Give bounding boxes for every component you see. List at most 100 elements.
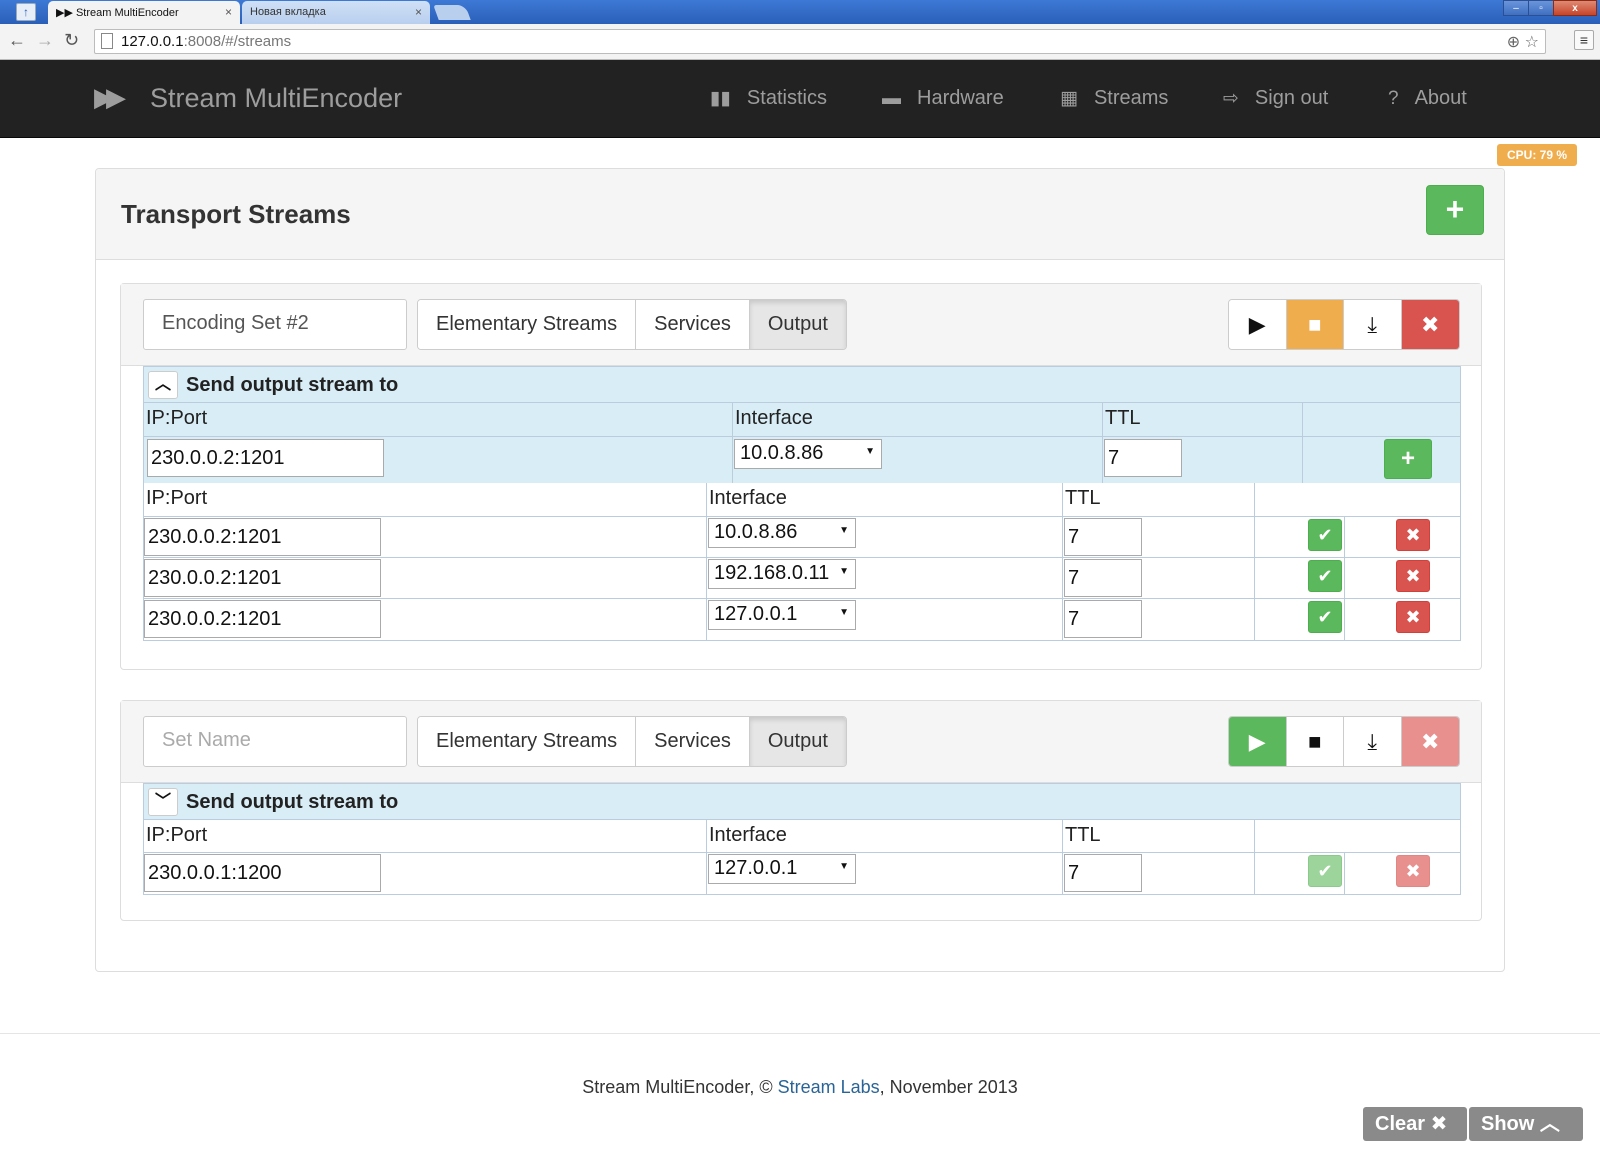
browser-tab-inactive[interactable]: Новая вкладка × [242, 1, 430, 24]
ip-port-input[interactable]: 230.0.0.2:1201 [144, 600, 381, 638]
window-close-button[interactable]: x [1553, 0, 1597, 16]
play-button[interactable]: ▶ [1229, 717, 1287, 766]
header-row: IP:Port Interface TTL [144, 403, 1460, 437]
back-arrow-icon[interactable]: ← [8, 30, 26, 51]
ttl-input[interactable]: 7 [1064, 518, 1142, 556]
play-button[interactable]: ▶ [1229, 300, 1287, 349]
save-button[interactable]: ⤓ [1344, 717, 1402, 766]
browser-app-icon[interactable]: ↑ [16, 3, 36, 21]
tab-services[interactable]: Services [636, 717, 750, 766]
output-title: Send output stream to [186, 791, 399, 813]
nav-hardware[interactable]: ▬ Hardware [882, 87, 1004, 110]
output-title-row: ﹀ Send output stream to [144, 784, 1460, 820]
set-action-group: ▶ ■ ⤓ ✖ [1228, 299, 1460, 350]
footer-divider [0, 1033, 1600, 1034]
tab-output[interactable]: Output [749, 300, 846, 349]
address-bar[interactable]: 127.0.0.1:8008/#/streams ⊕ ☆ [94, 29, 1546, 54]
tab-services[interactable]: Services [636, 300, 750, 349]
ttl-input[interactable]: 7 [1064, 854, 1142, 892]
check-icon: ✔ [1317, 861, 1333, 881]
add-destination-button[interactable]: + [1384, 439, 1432, 479]
app-navbar: ▶▶ Stream MultiEncoder ▮▮ Statistics ▬ Har… [0, 60, 1600, 138]
add-encoding-set-button[interactable]: + [1426, 185, 1484, 235]
nav-statistics[interactable]: ▮▮ Statistics [710, 87, 827, 110]
reload-icon[interactable]: ↻ [64, 30, 79, 51]
delete-row-button[interactable]: ✖ [1396, 601, 1430, 633]
nav-streams[interactable]: ▦ Streams [1060, 87, 1168, 110]
collapse-toggle[interactable]: ︿ [148, 371, 178, 399]
new-row: 230.0.0.2:1201 10.0.8.86 ▼ 7 + [144, 437, 1460, 483]
logout-icon: ⇨ [1223, 88, 1239, 109]
delete-row-button[interactable]: ✖ [1396, 560, 1430, 592]
save-button[interactable]: ⤓ [1344, 300, 1402, 349]
window-maximize-button[interactable]: ▫ [1528, 0, 1554, 16]
col-ttl-header: TTL [1062, 483, 1101, 516]
browser-tab-bar: ↑ ▶▶ Stream MultiEncoder × Новая вкладка… [0, 0, 1600, 24]
close-icon: ✖ [1421, 312, 1440, 337]
question-icon: ? [1388, 88, 1399, 109]
panel-header: Transport Streams + [96, 169, 1504, 260]
check-icon: ✔ [1317, 607, 1333, 627]
debug-show-button[interactable]: Show ︿ [1469, 1107, 1583, 1141]
ttl-input[interactable]: 7 [1064, 600, 1142, 638]
nav-label: Sign out [1254, 87, 1329, 109]
nav-label: Statistics [746, 87, 827, 109]
set-name-input[interactable]: Encoding Set #2 [143, 299, 407, 350]
delete-row-button[interactable]: ✖ [1396, 519, 1430, 551]
expand-toggle[interactable]: ﹀ [148, 788, 178, 816]
new-tab-button[interactable] [433, 5, 471, 20]
ip-port-input[interactable]: 230.0.0.2:1201 [144, 559, 381, 597]
close-icon[interactable]: × [415, 5, 422, 19]
hdd-icon: ▬ [882, 88, 901, 109]
browser-tab-active[interactable]: ▶▶ Stream MultiEncoder × [48, 1, 240, 24]
nav-label: Streams [1093, 87, 1169, 109]
apply-row-button[interactable]: ✔ [1308, 519, 1342, 551]
stop-button[interactable]: ■ [1286, 717, 1344, 766]
ip-port-input[interactable]: 230.0.0.2:1201 [147, 439, 384, 477]
check-icon: ✔ [1317, 525, 1333, 545]
ip-port-input[interactable]: 230.0.0.1:1200 [144, 854, 381, 892]
close-icon: ✖ [1405, 525, 1421, 545]
bar-chart-icon: ▮▮ [710, 88, 731, 109]
apply-row-button[interactable]: ✔ [1308, 855, 1342, 887]
interface-select[interactable]: 127.0.0.1 ▼ [708, 854, 856, 884]
encoding-set-card: Encoding Set #2 Elementary Streams Servi… [120, 283, 1482, 670]
tab-elementary-streams[interactable]: Elementary Streams [418, 300, 637, 349]
zoom-icon[interactable]: ⊕ [1507, 34, 1520, 51]
ttl-input[interactable]: 7 [1064, 559, 1142, 597]
delete-row-button[interactable]: ✖ [1396, 855, 1430, 887]
close-icon: ✖ [1405, 607, 1421, 627]
save-icon: ⤓ [1367, 312, 1378, 337]
window-minimize-button[interactable]: – [1503, 0, 1529, 16]
col-ttl-header: TTL [1102, 403, 1141, 436]
interface-select[interactable]: 10.0.8.86 ▼ [734, 439, 882, 469]
tab-elementary-streams[interactable]: Elementary Streams [418, 717, 637, 766]
interface-select[interactable]: 127.0.0.1 ▼ [708, 600, 856, 630]
tab-output[interactable]: Output [749, 717, 846, 766]
brand[interactable]: Stream MultiEncoder [150, 83, 402, 114]
nav-sign-out[interactable]: ⇨ Sign out [1223, 87, 1328, 110]
bookmark-star-icon[interactable]: ☆ [1525, 34, 1539, 51]
browser-menu-icon[interactable]: ≡ [1574, 30, 1594, 50]
interface-select[interactable]: 10.0.8.86 ▼ [708, 518, 856, 548]
col-ip-header: IP:Port [146, 824, 208, 846]
stop-button[interactable]: ■ [1286, 300, 1344, 349]
nav-label: Hardware [917, 87, 1004, 109]
table-row: 230.0.0.2:1201 10.0.8.86 ▼ 7 ✔ ✖ [144, 517, 1460, 558]
apply-row-button[interactable]: ✔ [1308, 560, 1342, 592]
delete-set-button[interactable]: ✖ [1401, 717, 1459, 766]
set-name-input[interactable]: Set Name [143, 716, 407, 767]
forward-arrow-icon[interactable]: → [36, 30, 54, 51]
stop-icon: ■ [1308, 729, 1322, 754]
apply-row-button[interactable]: ✔ [1308, 601, 1342, 633]
nav-about[interactable]: ? About [1388, 87, 1467, 110]
set-tab-group: Elementary Streams Services Output [417, 716, 847, 767]
delete-set-button[interactable]: ✖ [1401, 300, 1459, 349]
close-icon[interactable]: × [225, 5, 232, 19]
debug-clear-button[interactable]: Clear ✖ [1363, 1107, 1467, 1141]
ttl-input[interactable]: 7 [1104, 439, 1182, 477]
footer-suffix: , November 2013 [879, 1077, 1018, 1097]
interface-select[interactable]: 192.168.0.11 ▼ [708, 559, 856, 589]
footer-link[interactable]: Stream Labs [778, 1077, 880, 1097]
ip-port-input[interactable]: 230.0.0.2:1201 [144, 518, 381, 556]
